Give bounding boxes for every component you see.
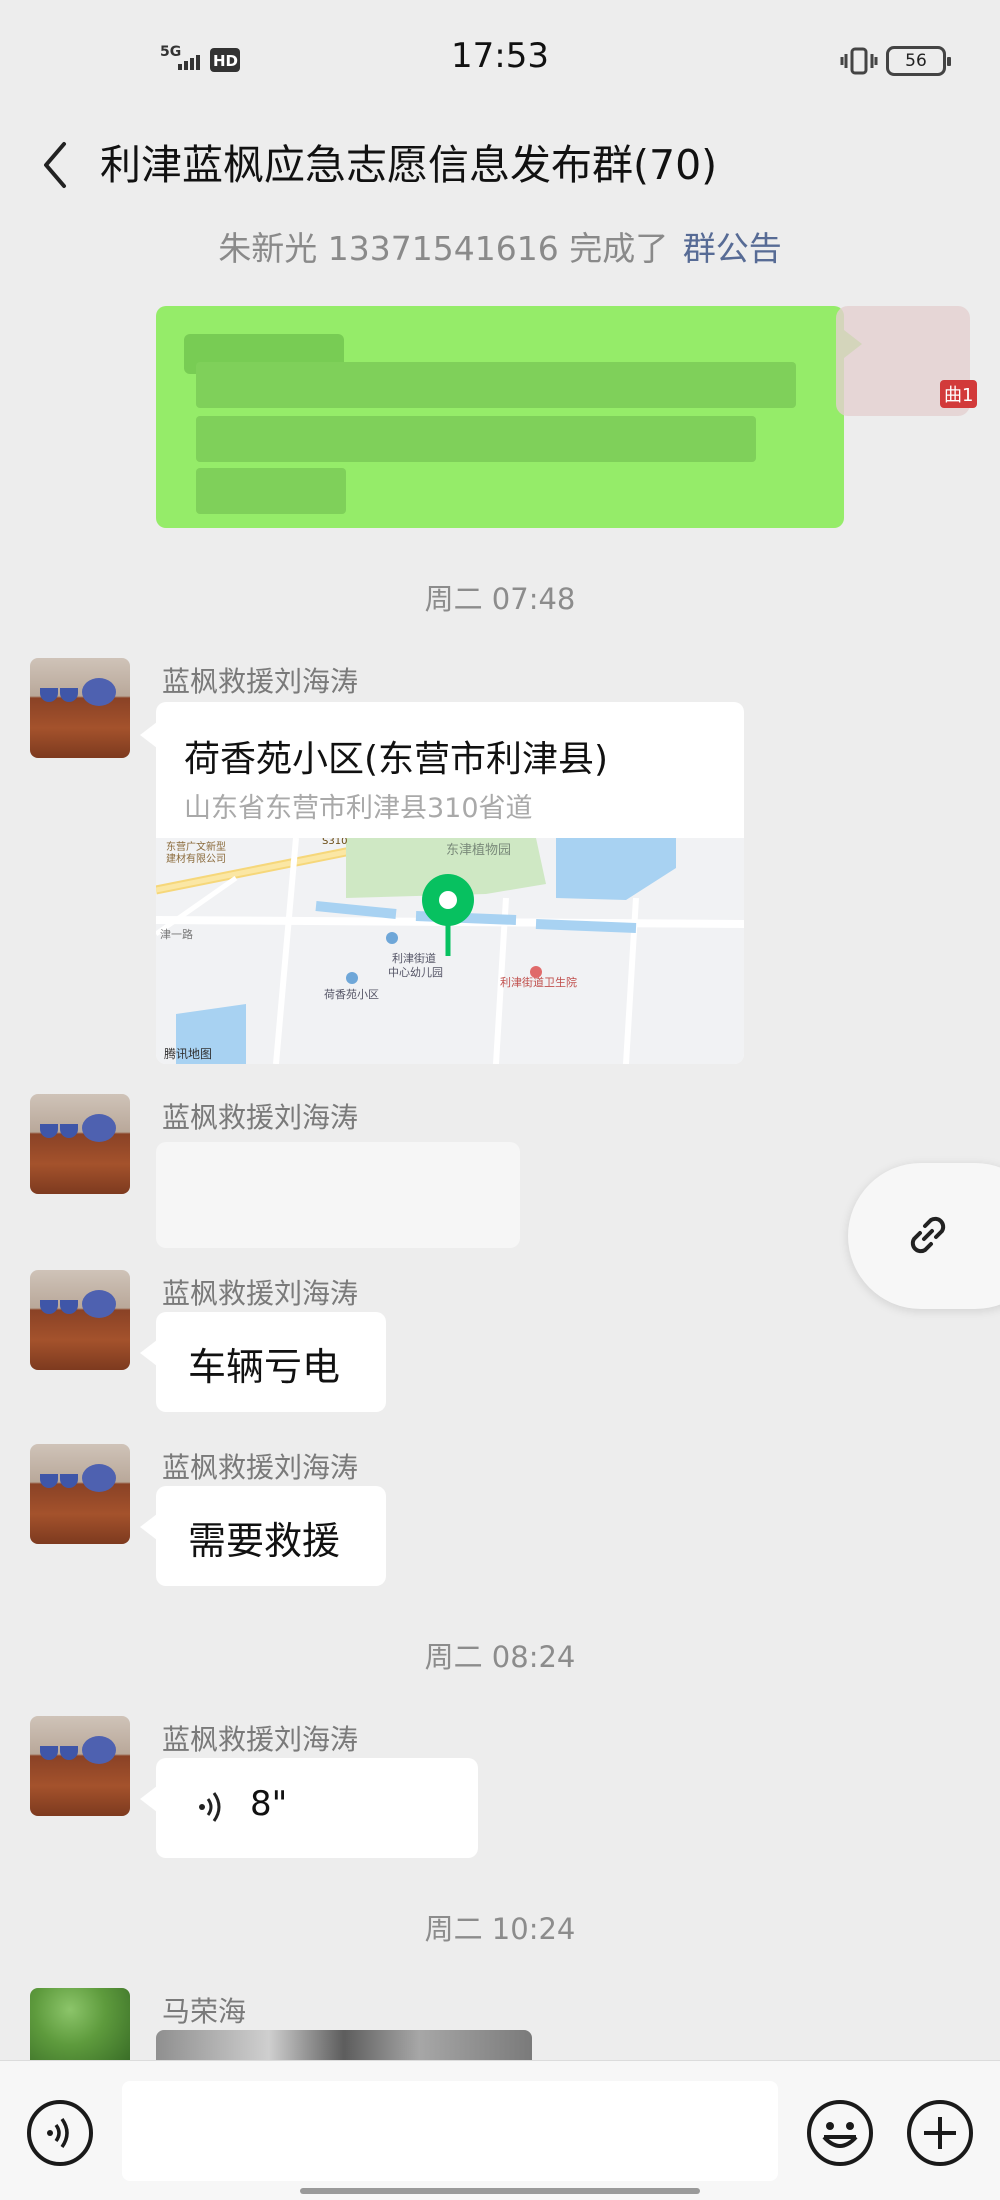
avatar[interactable]: [30, 1270, 130, 1370]
back-arrow-icon[interactable]: [28, 130, 84, 200]
blurred-message[interactable]: [156, 1142, 520, 1248]
svg-text:S310: S310: [322, 838, 347, 847]
svg-text:东营广文新型: 东营广文新型: [166, 840, 226, 853]
svg-text:津一路: 津一路: [160, 928, 193, 941]
svg-text:荷香苑小区: 荷香苑小区: [324, 988, 379, 1001]
location-address: 山东省东营市利津县310省道: [184, 793, 533, 824]
time-separator: 周二 07:48: [424, 582, 576, 616]
sender-name: 蓝枫救援刘海涛: [162, 1101, 359, 1134]
avatar[interactable]: [30, 1094, 130, 1194]
svg-text:中心幼儿园: 中心幼儿园: [388, 966, 443, 979]
location-card[interactable]: 荷香苑小区(东营市利津县) 山东省东营市利津县310省道 东津植物园 东营广文新…: [156, 702, 744, 1064]
sender-name: 蓝枫救援刘海涛: [162, 665, 359, 698]
map-preview: 东津植物园 东营广文新型 建材有限公司 S310 津一路 利津街道 中心幼儿园 …: [156, 838, 744, 1064]
avatar[interactable]: [30, 1444, 130, 1544]
svg-text:建材有限公司: 建材有限公司: [166, 852, 226, 865]
bubble-tail: [140, 722, 157, 748]
bubble-tail: [140, 1786, 157, 1812]
text-message-bubble[interactable]: 车辆亏电: [156, 1312, 386, 1412]
system-notice: 朱新光 13371541616 完成了 群公告: [0, 222, 1000, 270]
sender-name: 蓝枫救援刘海涛: [162, 1277, 359, 1310]
svg-text:腾讯地图: 腾讯地图: [164, 1046, 212, 1061]
message-text: 车辆亏电: [188, 1345, 341, 1389]
voice-duration: 8": [250, 1784, 288, 1824]
floating-link-button[interactable]: [848, 1163, 1000, 1309]
avatar[interactable]: [30, 1716, 130, 1816]
avatar-badge: 曲1: [940, 380, 978, 408]
battery-indicator: 56: [886, 46, 951, 76]
chat-title[interactable]: 利津蓝枫应急志愿信息发布群(70): [100, 132, 717, 198]
svg-text:利津街道: 利津街道: [392, 951, 436, 965]
avatar[interactable]: [30, 658, 130, 758]
bubble-tail: [140, 1340, 157, 1366]
blurred-text: [196, 468, 346, 514]
voice-icon[interactable]: [26, 2099, 94, 2167]
input-bar: [0, 2060, 1000, 2200]
home-indicator[interactable]: [300, 2188, 700, 2194]
sender-name: 马荣海: [162, 1995, 247, 2028]
message-text: 需要救援: [188, 1519, 341, 1563]
voice-wave-icon: [199, 1792, 221, 1822]
avatar[interactable]: [30, 1988, 130, 2060]
sender-name: 蓝枫救援刘海涛: [162, 1723, 359, 1756]
time-separator: 周二 10:24: [424, 1912, 576, 1946]
location-name: 荷香苑小区(东营市利津县): [184, 739, 609, 780]
my-message-bubble[interactable]: [156, 306, 844, 528]
text-message-bubble[interactable]: 需要救援: [156, 1486, 386, 1586]
voice-message-bubble[interactable]: 8": [156, 1758, 478, 1858]
emoji-icon[interactable]: [806, 2099, 874, 2167]
time-separator: 周二 08:24: [424, 1640, 576, 1674]
bubble-tail: [140, 1514, 157, 1540]
plus-icon[interactable]: [906, 2099, 974, 2167]
status-bar: 5G HD 17:53 56: [0, 0, 1000, 120]
blurred-text: [196, 416, 756, 462]
chat-header: 利津蓝枫应急志愿信息发布群(70): [0, 120, 1000, 212]
group-notice-link[interactable]: 群公告: [683, 229, 782, 268]
message-input[interactable]: [122, 2081, 778, 2181]
sender-name: 蓝枫救援刘海涛: [162, 1451, 359, 1484]
blurred-text: [196, 362, 796, 408]
vibrate-icon: [840, 47, 878, 75]
system-notice-text: 朱新光 13371541616 完成了: [218, 229, 669, 268]
link-icon: [910, 1216, 946, 1254]
svg-text:东津植物园: 东津植物园: [446, 843, 511, 858]
